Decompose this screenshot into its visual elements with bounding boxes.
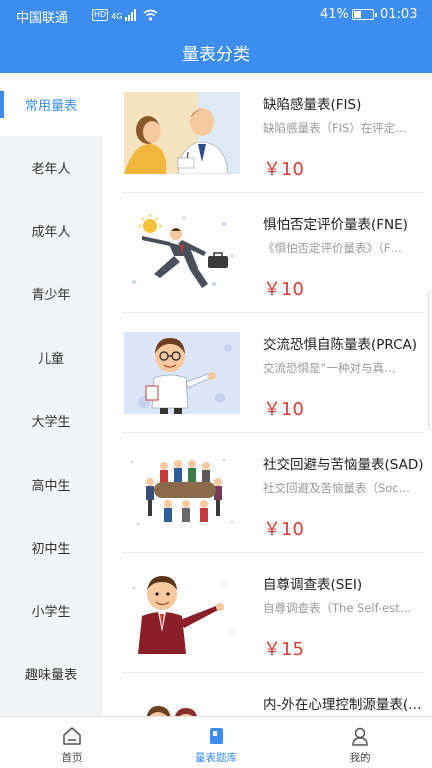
sidebar-item-label: 高中生 bbox=[31, 479, 71, 494]
sidebar-item-primary-school[interactable]: 小学生 bbox=[0, 579, 102, 642]
battery-icon bbox=[352, 9, 377, 20]
tab-scale-library[interactable]: 量表题库 bbox=[144, 717, 288, 768]
scale-card[interactable]: 社交回避与苦恼量表(SAD) 社交回避及苦恼量表（Soc… ￥10 bbox=[122, 433, 424, 553]
scale-title: 惧怕否定评价量表(FNE) bbox=[263, 217, 408, 233]
scale-thumbnail bbox=[124, 212, 240, 294]
scale-description: 社交回避及苦恼量表（Soc… bbox=[263, 481, 411, 495]
scale-price: ￥10 bbox=[263, 399, 304, 420]
scale-description: 缺陷感量表（FIS）在评定… bbox=[263, 121, 407, 135]
wifi-icon bbox=[143, 9, 158, 21]
sidebar-item-label: 儿童 bbox=[37, 352, 64, 367]
tab-home-label: 首页 bbox=[61, 752, 83, 764]
scale-title: 社交回避与苦恼量表(SAD) bbox=[263, 457, 424, 473]
scale-thumbnail bbox=[124, 572, 240, 654]
tab-profile[interactable]: 我的 bbox=[288, 717, 432, 768]
bottom-nav: 首页 量表题库 我的 bbox=[0, 716, 432, 768]
sidebar-item-middle-school[interactable]: 初中生 bbox=[0, 516, 102, 579]
scale-thumbnail bbox=[124, 332, 240, 414]
scale-thumbnail bbox=[124, 452, 240, 534]
tab-home[interactable]: 首页 bbox=[0, 717, 144, 768]
signal-icon: HD 4G bbox=[92, 8, 158, 21]
tab-scale-library-label: 量表题库 bbox=[195, 752, 237, 764]
scroll-indicator bbox=[428, 290, 432, 430]
user-icon bbox=[352, 727, 368, 746]
scale-card[interactable]: 自尊调查表(SEI) 自尊调查表（The Self-est… ￥15 bbox=[122, 553, 424, 673]
book-icon bbox=[210, 728, 223, 744]
scale-price: ￥15 bbox=[263, 639, 304, 660]
scale-price: ￥10 bbox=[263, 279, 304, 300]
tab-profile-label: 我的 bbox=[349, 752, 371, 764]
sidebar-item-high-school[interactable]: 高中生 bbox=[0, 453, 102, 516]
sidebar-item-fun[interactable]: 趣味量表 bbox=[0, 642, 102, 705]
scale-card[interactable]: 交流恐惧自陈量表(PRCA) 交流恐惧是“一种对与真… ￥10 bbox=[122, 313, 424, 433]
sidebar-item-label: 初中生 bbox=[31, 542, 71, 557]
clock: 01:03 bbox=[380, 7, 418, 22]
status-bar: 中国联通 HD 4G 41% 01:03 bbox=[0, 0, 432, 30]
app-header: 中国联通 HD 4G 41% 01:03 量表分类 bbox=[0, 0, 432, 73]
sidebar-item-label: 趣味量表 bbox=[24, 668, 77, 683]
sidebar-item-label: 大学生 bbox=[31, 415, 71, 430]
signal-bars-icon bbox=[125, 9, 137, 21]
scale-title: 内-外在心理控制源量表(… bbox=[263, 697, 422, 713]
scale-description: 《惧怕否定评价量表》（F… bbox=[263, 241, 402, 255]
sidebar-item-label: 小学生 bbox=[31, 605, 71, 620]
sidebar-item-elderly[interactable]: 老年人 bbox=[0, 136, 102, 199]
carrier-label: 中国联通 bbox=[16, 11, 69, 26]
scale-list: 缺陷感量表(FIS) 缺陷感量表（FIS）在评定… ￥10 惧怕否定评价量表(F… bbox=[102, 73, 432, 716]
sidebar-item-teenager[interactable]: 青少年 bbox=[0, 262, 102, 325]
sidebar-item-common[interactable]: 常用量表 bbox=[0, 73, 102, 136]
sidebar-item-adult[interactable]: 成年人 bbox=[0, 199, 102, 262]
scale-card[interactable]: 缺陷感量表(FIS) 缺陷感量表（FIS）在评定… ￥10 bbox=[122, 73, 424, 193]
scale-price: ￥10 bbox=[263, 159, 304, 180]
scale-description: 自尊调查表（The Self-est… bbox=[263, 601, 412, 615]
scale-description: 交流恐惧是“一种对与真… bbox=[263, 361, 396, 375]
scale-thumbnail bbox=[124, 92, 240, 174]
sidebar-item-label: 成年人 bbox=[31, 225, 71, 240]
scale-title: 缺陷感量表(FIS) bbox=[263, 97, 362, 113]
scale-card[interactable]: 惧怕否定评价量表(FNE) 《惧怕否定评价量表》（F… ￥10 bbox=[122, 193, 424, 313]
scale-title: 交流恐惧自陈量表(PRCA) bbox=[263, 337, 418, 353]
scale-card[interactable]: 内-外在心理控制源量表(… bbox=[122, 673, 424, 716]
scale-thumbnail bbox=[124, 692, 240, 716]
hd-badge: HD bbox=[92, 9, 109, 21]
battery-percent: 41% bbox=[320, 7, 349, 22]
category-sidebar: 常用量表 老年人 成年人 青少年 儿童 大学生 高中生 初中生 小学生 趣味量表 bbox=[0, 73, 102, 716]
scale-title: 自尊调查表(SEI) bbox=[263, 577, 363, 593]
scale-price: ￥10 bbox=[263, 519, 304, 540]
sidebar-item-label: 青少年 bbox=[31, 288, 71, 303]
sidebar-item-children[interactable]: 儿童 bbox=[0, 326, 102, 389]
network-type: 4G bbox=[111, 12, 123, 21]
page-title: 量表分类 bbox=[182, 45, 250, 65]
sidebar-item-label: 常用量表 bbox=[24, 99, 77, 114]
home-icon bbox=[63, 727, 81, 745]
sidebar-item-college[interactable]: 大学生 bbox=[0, 389, 102, 452]
sidebar-item-label: 老年人 bbox=[31, 162, 71, 177]
